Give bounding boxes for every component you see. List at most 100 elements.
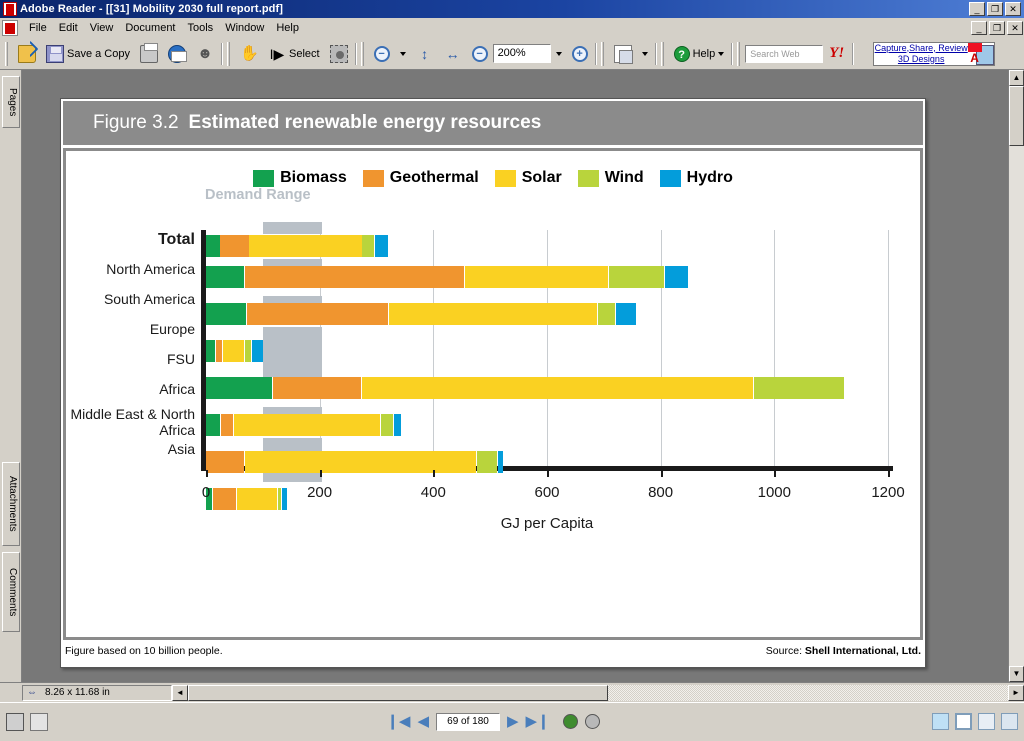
navigation-pane-toggle-icon[interactable] — [6, 712, 24, 731]
menu-item-help[interactable]: Help — [270, 20, 305, 36]
hscroll-track[interactable] — [188, 684, 1008, 701]
toolbar-grip[interactable] — [737, 41, 743, 66]
promo-banner[interactable]: Capture,Share, Review 3D Designs A — [873, 41, 996, 66]
toolbar-grip[interactable] — [360, 41, 366, 66]
document-window-controls: _ ❐ ✕ — [971, 20, 1024, 35]
toolbar-grip[interactable] — [600, 41, 606, 66]
menu-item-tools[interactable]: Tools — [182, 20, 220, 36]
email-button[interactable] — [163, 42, 191, 66]
x-tick-600 — [547, 470, 549, 477]
menu-item-file[interactable]: File — [23, 20, 53, 36]
scroll-thumb[interactable] — [1009, 86, 1024, 146]
sidebar-item-attachments[interactable]: Attachments — [2, 462, 20, 546]
single-page-view-icon[interactable] — [932, 713, 949, 730]
gridline-1000 — [774, 230, 776, 466]
next-page-icon[interactable]: ▶ — [507, 714, 519, 729]
y-label-africa: Africa — [159, 381, 195, 397]
document-viewport[interactable]: Figure 3.2 Estimated renewable energy re… — [22, 70, 1008, 682]
toolbar-grip[interactable] — [5, 41, 10, 66]
help-button[interactable]: ? Help — [669, 42, 730, 66]
promo-icon: A — [968, 42, 995, 65]
sidebar-item-pages[interactable]: Pages — [2, 76, 20, 128]
hscroll-thumb[interactable] — [188, 684, 608, 701]
menu-item-edit[interactable]: Edit — [53, 20, 84, 36]
magnifier-minus-icon: − — [373, 45, 390, 62]
find-button[interactable]: ☻ — [191, 42, 219, 66]
hand-tool-button[interactable]: ✋ — [235, 42, 263, 66]
bar-segment-biomass — [206, 377, 272, 399]
bar-segment-wind — [277, 488, 282, 510]
snapshot-tool-button[interactable] — [325, 42, 353, 66]
select-tool-button[interactable]: I▶ Select — [263, 42, 325, 66]
help-label: Help — [692, 47, 716, 60]
print-button[interactable] — [135, 42, 163, 66]
figure-number: Figure 3.2 — [93, 112, 179, 133]
first-page-icon[interactable]: ❙◀ — [386, 714, 410, 729]
chevron-down-icon — [555, 51, 562, 56]
menu-item-view[interactable]: View — [84, 20, 120, 36]
save-a-copy-button[interactable]: Save a Copy — [41, 42, 135, 66]
scroll-up-icon[interactable]: ▲ — [1009, 70, 1024, 86]
zoom-level-input[interactable]: 200% — [492, 44, 551, 63]
page-number-input[interactable]: 69 of 180 — [436, 712, 500, 731]
toolbar-separator — [594, 42, 596, 65]
zoom-out-tool-button[interactable]: − — [369, 42, 395, 66]
rotate-view-dropdown[interactable] — [637, 42, 653, 66]
doc-minimize-icon[interactable]: _ — [971, 20, 987, 35]
zoom-level-dropdown[interactable] — [551, 42, 567, 66]
x-axis-title: GJ per Capita — [500, 515, 594, 532]
bar-segment-geothermal — [216, 340, 223, 362]
hscroll-left-icon[interactable]: ◄ — [172, 684, 188, 701]
scroll-track[interactable] — [1009, 86, 1024, 666]
next-view-icon[interactable] — [584, 714, 600, 729]
binoculars-icon: ☻ — [197, 44, 213, 62]
continuous-view-icon[interactable] — [955, 713, 972, 730]
page-size-indicator: ⇔ 8.26 x 11.68 in — [22, 684, 172, 701]
scroll-down-icon[interactable]: ▼ — [1009, 666, 1024, 682]
figure-footnote: Figure based on 10 billion people. — [65, 645, 223, 657]
x-tick-200 — [319, 470, 322, 477]
menu-item-document[interactable]: Document — [119, 20, 181, 36]
bar-segment-geothermal — [220, 235, 249, 257]
doc-restore-icon[interactable]: ❐ — [989, 20, 1005, 35]
bar-segment-hydro — [394, 414, 401, 436]
chart-axes: 0 200 400 600 800 1000 1200 GJ per Capit… — [201, 222, 905, 532]
y-label-fsu: FSU — [167, 351, 195, 367]
minimize-icon[interactable]: _ — [969, 2, 985, 16]
last-page-icon[interactable]: ▶❙ — [526, 714, 550, 729]
window-controls: _ ❐ ✕ — [969, 2, 1022, 16]
menu-item-window[interactable]: Window — [219, 20, 270, 36]
bar-segment-wind — [362, 235, 374, 257]
zoom-tool-dropdown[interactable] — [395, 42, 411, 66]
yahoo-logo[interactable]: Y! — [829, 45, 844, 62]
previous-page-icon[interactable]: ◀ — [417, 714, 429, 729]
toolbar-toggle-icon[interactable] — [30, 712, 48, 731]
close-icon[interactable]: ✕ — [1005, 2, 1021, 16]
y-label-south-america: South America — [103, 291, 195, 307]
text-select-icon: I▶ — [269, 45, 285, 62]
document-vertical-scrollbar[interactable]: ▲ ▼ — [1008, 70, 1024, 682]
toolbar-separator — [731, 42, 733, 65]
restore-icon[interactable]: ❐ — [987, 2, 1003, 16]
x-tick-label-1000: 1000 — [757, 484, 791, 501]
previous-view-icon[interactable] — [562, 714, 578, 729]
doc-close-icon[interactable]: ✕ — [1007, 20, 1023, 35]
search-web-input[interactable]: Search Web — [745, 44, 824, 63]
hscroll-right-icon[interactable]: ► — [1008, 684, 1024, 701]
sidebar-item-comments[interactable]: Comments — [2, 552, 20, 632]
rotate-view-button[interactable] — [609, 42, 637, 66]
facing-view-icon[interactable] — [978, 713, 995, 730]
chevron-down-icon — [641, 51, 648, 56]
zoom-increase-button[interactable]: + — [567, 42, 593, 66]
bar-segment-solar — [465, 266, 609, 288]
demand-range-band — [262, 296, 323, 303]
continuous-facing-view-icon[interactable] — [1001, 713, 1018, 730]
open-button[interactable] — [13, 42, 41, 66]
toolbar-grip[interactable] — [226, 41, 232, 66]
printer-icon — [139, 42, 158, 63]
toolbar-grip[interactable] — [660, 41, 666, 66]
zoom-decrease-button[interactable]: − — [467, 42, 493, 66]
fit-page-button[interactable]: ↕ — [411, 42, 439, 66]
fit-width-button[interactable]: ↔ — [439, 42, 467, 66]
question-mark-icon: ? — [673, 45, 690, 62]
